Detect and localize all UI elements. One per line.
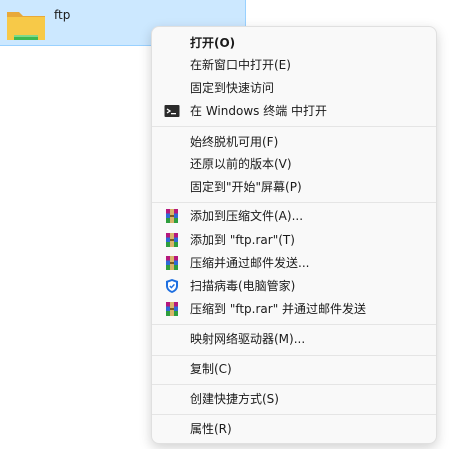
menu-item-open-in-terminal[interactable]: 在 Windows 终端 中打开 bbox=[156, 100, 432, 122]
winrar-icon bbox=[166, 209, 178, 223]
menu-item-compress-email[interactable]: 压缩并通过邮件发送... bbox=[156, 252, 432, 274]
menu-item-label: 固定到快速访问 bbox=[190, 81, 275, 95]
menu-item-add-to-archive[interactable]: 添加到压缩文件(A)... bbox=[156, 205, 432, 227]
file-name: ftp bbox=[54, 8, 71, 22]
menu-item-always-offline[interactable]: 始终脱机可用(F) bbox=[156, 131, 432, 153]
menu-item-scan-virus[interactable]: 扫描病毒(电脑管家) bbox=[156, 275, 432, 297]
menu-item-restore-versions[interactable]: 还原以前的版本(V) bbox=[156, 153, 432, 175]
menu-separator bbox=[152, 414, 436, 415]
menu-separator bbox=[152, 384, 436, 385]
menu-separator bbox=[152, 355, 436, 356]
folder-icon bbox=[7, 12, 45, 40]
winrar-icon bbox=[166, 302, 178, 316]
menu-item-map-network-drive[interactable]: 映射网络驱动器(M)... bbox=[156, 328, 432, 350]
menu-item-add-to-ftp-rar[interactable]: 添加到 "ftp.rar"(T) bbox=[156, 229, 432, 251]
menu-item-open-new-window[interactable]: 在新窗口中打开(E) bbox=[156, 54, 432, 76]
winrar-icon bbox=[166, 233, 178, 247]
menu-item-copy[interactable]: 复制(C) bbox=[156, 358, 432, 380]
winrar-icon bbox=[166, 256, 178, 270]
context-menu: 打开(O) 在新窗口中打开(E) 固定到快速访问 在 Windows 终端 中打… bbox=[151, 26, 437, 444]
menu-item-compress-ftp-rar-email[interactable]: 压缩到 "ftp.rar" 并通过邮件发送 bbox=[156, 298, 432, 320]
menu-item-pin-start[interactable]: 固定到"开始"屏幕(P) bbox=[156, 176, 432, 198]
menu-separator bbox=[152, 126, 436, 127]
terminal-icon bbox=[164, 105, 180, 117]
menu-item-label: 固定到"开始"屏幕(P) bbox=[190, 180, 302, 194]
shield-icon bbox=[166, 279, 178, 293]
menu-item-pin-quick-access[interactable]: 固定到快速访问 bbox=[156, 77, 432, 99]
menu-item-label: 始终脱机可用(F) bbox=[190, 135, 279, 149]
menu-item-label: 压缩到 "ftp.rar" 并通过邮件发送 bbox=[190, 302, 367, 316]
menu-item-label: 打开(O) bbox=[190, 36, 236, 50]
menu-separator bbox=[152, 202, 436, 203]
menu-item-label: 在 Windows 终端 中打开 bbox=[190, 104, 328, 118]
menu-item-label: 在新窗口中打开(E) bbox=[190, 58, 291, 72]
menu-item-label: 复制(C) bbox=[190, 362, 232, 376]
menu-item-label: 还原以前的版本(V) bbox=[190, 157, 292, 171]
menu-separator bbox=[152, 324, 436, 325]
menu-item-properties[interactable]: 属性(R) bbox=[156, 418, 432, 440]
menu-item-label: 添加到 "ftp.rar"(T) bbox=[190, 233, 295, 247]
menu-item-label: 创建快捷方式(S) bbox=[190, 392, 279, 406]
menu-item-label: 属性(R) bbox=[190, 422, 232, 436]
menu-item-label: 添加到压缩文件(A)... bbox=[190, 209, 304, 223]
menu-item-create-shortcut[interactable]: 创建快捷方式(S) bbox=[156, 388, 432, 410]
menu-item-label: 映射网络驱动器(M)... bbox=[190, 332, 306, 346]
menu-item-label: 压缩并通过邮件发送... bbox=[190, 256, 310, 270]
menu-item-label: 扫描病毒(电脑管家) bbox=[190, 279, 296, 293]
menu-item-open[interactable]: 打开(O) bbox=[156, 32, 432, 54]
